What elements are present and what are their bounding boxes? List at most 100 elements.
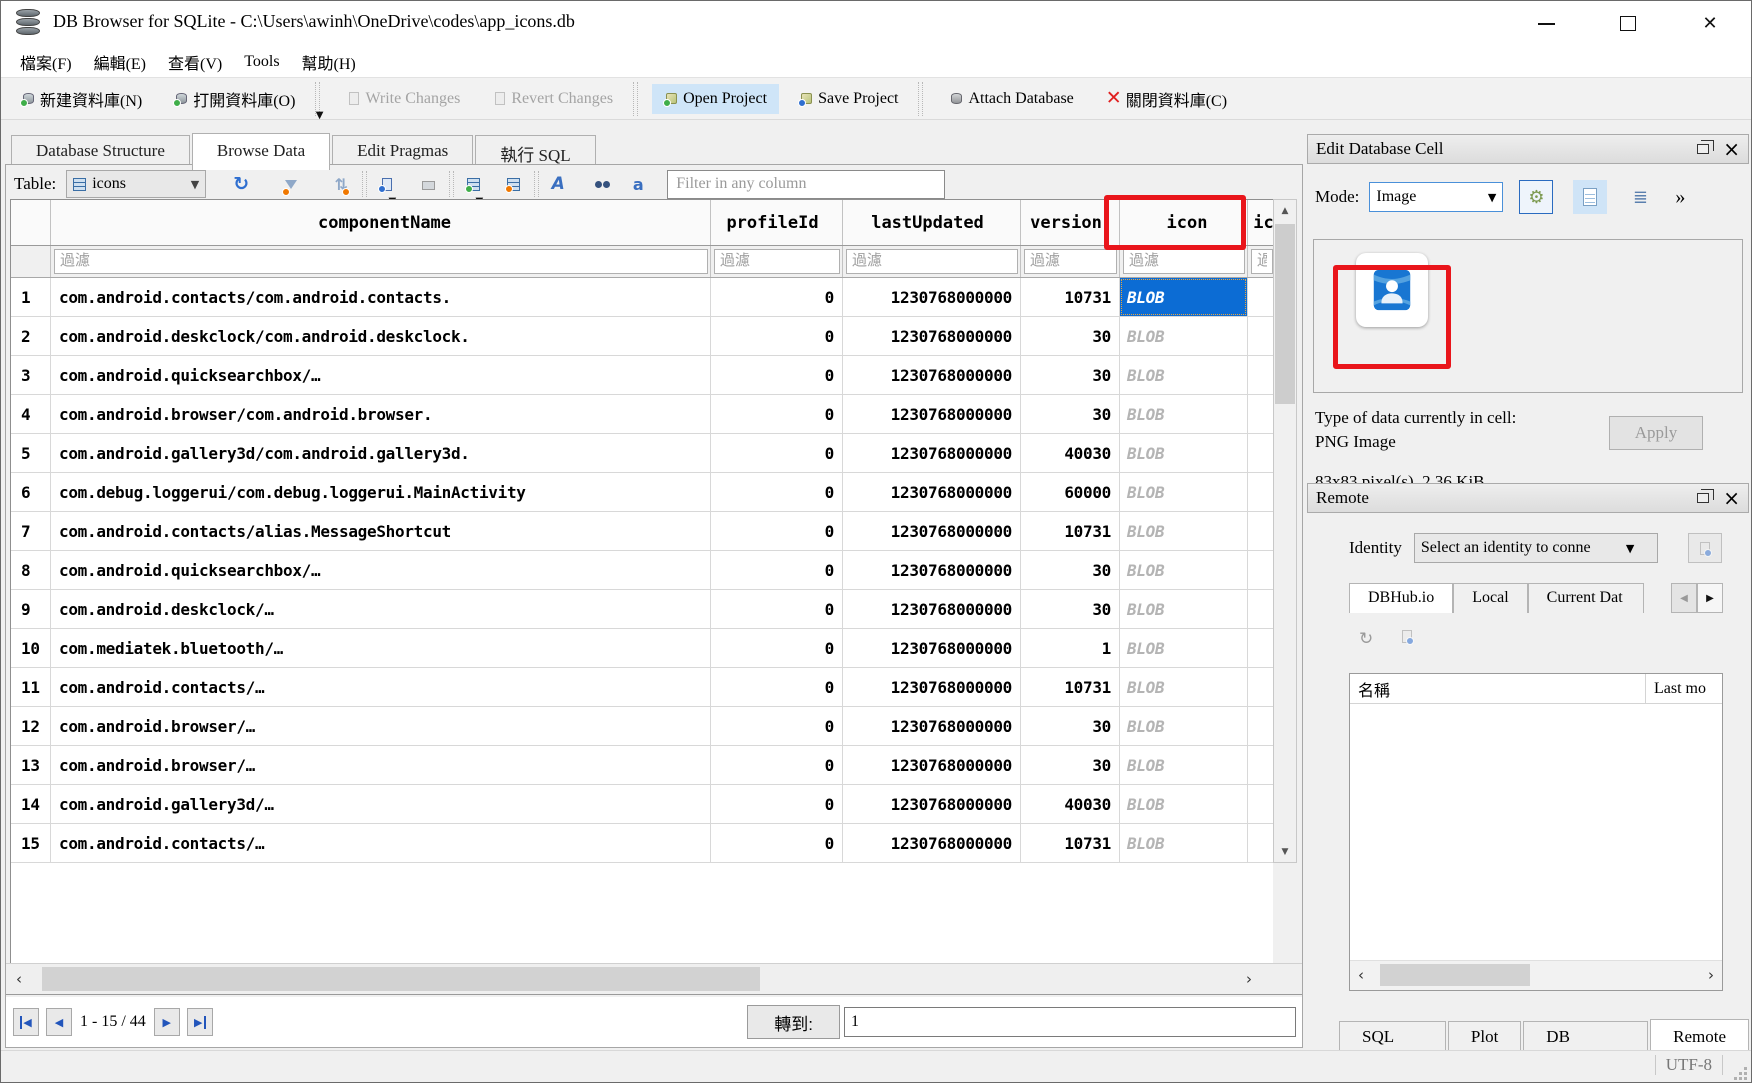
cell-icon[interactable]: BLOB [1120, 785, 1248, 823]
cell-n[interactable]: 6 [11, 473, 51, 511]
revert-changes-button[interactable]: Revert Changes [480, 84, 625, 114]
identity-select[interactable]: Select an identity to conne ▼ [1414, 533, 1658, 563]
scroll-left-icon[interactable]: ‹ [1358, 966, 1364, 984]
tab-browse-data[interactable]: Browse Data [192, 133, 330, 170]
cell-version[interactable]: 30 [1021, 551, 1120, 589]
cell-n[interactable]: 9 [11, 590, 51, 628]
cell-componentName[interactable]: com.android.contacts/alias.MessageShortc… [51, 512, 711, 550]
cell-componentName[interactable]: com.android.contacts/… [51, 668, 711, 706]
cell-n[interactable]: 7 [11, 512, 51, 550]
cell-n[interactable]: 15 [11, 824, 51, 862]
cell-icon[interactable]: BLOB [1120, 824, 1248, 862]
cell-partial[interactable] [1248, 707, 1273, 745]
cell-lastUpdated[interactable]: 1230768000000 [843, 785, 1021, 823]
cell-version[interactable]: 30 [1021, 746, 1120, 784]
cell-n[interactable]: 8 [11, 551, 51, 589]
cell-profileId[interactable]: 0 [711, 551, 843, 589]
cell-profileId[interactable]: 0 [711, 434, 843, 472]
filter-version[interactable] [1024, 249, 1117, 274]
last-record-button[interactable]: ▶ [187, 1008, 213, 1036]
float-dock-icon[interactable] [1697, 493, 1709, 503]
header-componentName[interactable]: componentName [51, 200, 711, 245]
menu-file[interactable]: 檔案(F) [9, 47, 83, 77]
print-button[interactable] [415, 171, 441, 197]
scroll-left-icon[interactable]: ‹ [16, 970, 22, 988]
cell-version[interactable]: 10731 [1021, 824, 1120, 862]
cell-componentName[interactable]: com.android.browser/… [51, 707, 711, 745]
cell-lastUpdated[interactable]: 1230768000000 [843, 356, 1021, 394]
cell-partial[interactable] [1248, 395, 1273, 433]
cell-icon[interactable]: BLOB [1120, 551, 1248, 589]
cell-profileId[interactable]: 0 [711, 512, 843, 550]
goto-button[interactable]: 轉到: [747, 1005, 840, 1039]
cell-n[interactable]: 12 [11, 707, 51, 745]
cell-n[interactable]: 5 [11, 434, 51, 472]
cell-lastUpdated[interactable]: 1230768000000 [843, 590, 1021, 628]
scroll-down-icon[interactable]: ▼ [1274, 841, 1296, 862]
table-select[interactable]: icons ▼ [66, 170, 206, 198]
cell-icon[interactable]: BLOB [1120, 356, 1248, 394]
cell-partial[interactable] [1248, 512, 1273, 550]
cell-partial[interactable] [1248, 746, 1273, 784]
cell-profileId[interactable]: 0 [711, 356, 843, 394]
cell-version[interactable]: 60000 [1021, 473, 1120, 511]
cell-componentName[interactable]: com.android.contacts/… [51, 824, 711, 862]
float-dock-icon[interactable] [1697, 144, 1709, 154]
filter-partial[interactable] [1251, 249, 1273, 274]
cell-profileId[interactable]: 0 [711, 590, 843, 628]
autoformat-button[interactable]: ≣ [1623, 180, 1657, 214]
vertical-scroll-thumb[interactable] [1275, 224, 1295, 404]
cell-componentName[interactable]: com.android.quicksearchbox/… [51, 356, 711, 394]
cell-version[interactable]: 10731 [1021, 512, 1120, 550]
delete-record-button[interactable] [500, 171, 526, 197]
tab-scroll-right-icon[interactable]: ▶ [1697, 583, 1723, 613]
cell-lastUpdated[interactable]: 1230768000000 [843, 824, 1021, 862]
text-mode-button[interactable] [1573, 180, 1607, 214]
cell-partial[interactable] [1248, 785, 1273, 823]
encoding-selector[interactable]: UTF-8 [1655, 1055, 1723, 1075]
cell-version[interactable]: 30 [1021, 317, 1120, 355]
cell-profileId[interactable]: 0 [711, 395, 843, 433]
close-database-button[interactable]: ✕ 關閉資料庫(C) [1094, 81, 1239, 117]
cell-icon[interactable]: BLOB [1120, 746, 1248, 784]
minimize-button[interactable] [1505, 1, 1587, 46]
cell-profileId[interactable]: 0 [711, 317, 843, 355]
refresh-button[interactable]: ↻ [228, 171, 254, 197]
write-changes-button[interactable]: Write Changes [334, 84, 472, 114]
cell-version[interactable]: 30 [1021, 356, 1120, 394]
grid-horizontal-scrollbar[interactable]: ‹ › [6, 963, 1302, 995]
cell-lastUpdated[interactable]: 1230768000000 [843, 395, 1021, 433]
horizontal-scroll-thumb[interactable] [42, 967, 760, 991]
previous-record-button[interactable]: ◀ [46, 1008, 72, 1036]
cell-partial[interactable] [1248, 668, 1273, 706]
cell-lastUpdated[interactable]: 1230768000000 [843, 629, 1021, 667]
cell-componentName[interactable]: com.android.browser/… [51, 746, 711, 784]
cell-n[interactable]: 13 [11, 746, 51, 784]
cell-lastUpdated[interactable]: 1230768000000 [843, 317, 1021, 355]
cell-icon[interactable]: BLOB [1120, 395, 1248, 433]
cell-n[interactable]: 11 [11, 668, 51, 706]
find-button[interactable] [585, 171, 611, 197]
maximize-button[interactable] [1587, 1, 1669, 46]
cell-icon[interactable]: BLOB [1120, 278, 1248, 316]
open-project-button[interactable]: Open Project [652, 84, 779, 114]
cell-lastUpdated[interactable]: 1230768000000 [843, 551, 1021, 589]
cell-partial[interactable] [1248, 356, 1273, 394]
clear-sorting-button[interactable]: ⇅ [328, 171, 354, 197]
cell-n[interactable]: 1 [11, 278, 51, 316]
cell-componentName[interactable]: com.android.browser/com.android.browser. [51, 395, 711, 433]
push-database-button[interactable] [1688, 533, 1722, 563]
grid-vertical-scrollbar[interactable]: ▲ ▼ [1273, 199, 1297, 863]
cell-lastUpdated[interactable]: 1230768000000 [843, 278, 1021, 316]
new-database-button[interactable]: 新建資料庫(N) [9, 81, 154, 117]
tab-scroll-left-icon[interactable]: ◀ [1671, 583, 1697, 613]
cell-lastUpdated[interactable]: 1230768000000 [843, 707, 1021, 745]
cell-componentName[interactable]: com.android.deskclock/… [51, 590, 711, 628]
cell-n[interactable]: 10 [11, 629, 51, 667]
cell-icon[interactable]: BLOB [1120, 629, 1248, 667]
cell-icon[interactable]: BLOB [1120, 434, 1248, 472]
cell-version[interactable]: 40030 [1021, 434, 1120, 472]
cell-partial[interactable] [1248, 629, 1273, 667]
cell-partial[interactable] [1248, 473, 1273, 511]
import-data-button[interactable]: ⚙ [1519, 180, 1553, 214]
